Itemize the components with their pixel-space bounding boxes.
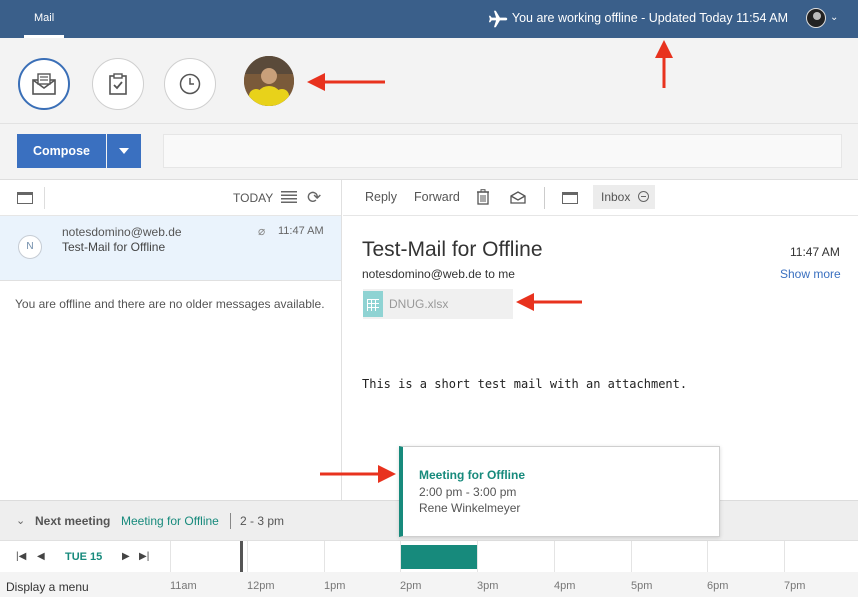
next-day-icon[interactable]: ▶ (122, 551, 130, 562)
hour-label: 6pm (707, 580, 729, 592)
tab-mail[interactable]: Mail (24, 0, 65, 38)
paperclip-icon: ⌀ (258, 224, 266, 238)
sender-avatar: N (18, 235, 42, 259)
hour-label: 7pm (784, 580, 806, 592)
chevron-down-icon[interactable]: ⌄ (16, 514, 25, 527)
chevron-down-icon[interactable]: ⌄ (830, 12, 838, 23)
timeline-day: TUE 15 (65, 551, 103, 563)
offline-status-text: You are working offline - Updated Today … (511, 11, 788, 25)
mark-read-icon[interactable] (510, 191, 526, 204)
hour-label: 2pm (400, 580, 422, 592)
mail-subject: Test-Mail for Offline (362, 238, 543, 261)
top-bar: Mail You are working offline - Updated T… (0, 0, 858, 38)
airplane-icon (488, 10, 508, 28)
message-list-toolbar: TODAY ⟳ (0, 180, 341, 216)
annotation-arrow-up (655, 40, 673, 88)
popup-meeting-title[interactable]: Meeting for Offline (419, 468, 525, 482)
forward-button[interactable]: Forward (414, 190, 460, 204)
mail-icon (32, 73, 56, 95)
next-meeting-label[interactable]: Next meeting (35, 514, 110, 528)
annotation-arrow-right (320, 465, 396, 483)
list-view-icon[interactable] (281, 191, 297, 204)
annotation-arrow-left (307, 73, 385, 91)
compose-dropdown-button[interactable] (107, 134, 141, 168)
popup-meeting-time: 2:00 pm - 3:00 pm (419, 485, 517, 499)
folder-icon[interactable] (17, 192, 33, 204)
previous-day-icon[interactable]: ◀ (37, 551, 45, 562)
next-meeting-time: 2 - 3 pm (240, 514, 285, 528)
hour-label: 12pm (247, 580, 275, 592)
display-menu-label[interactable]: Display a menu (6, 580, 89, 594)
remove-folder-icon[interactable] (638, 191, 649, 202)
hour-label: 1pm (324, 580, 346, 592)
first-day-icon[interactable]: |◀ (16, 551, 26, 562)
message-subject: Test-Mail for Offline (62, 240, 166, 254)
today-label[interactable]: TODAY (233, 191, 273, 205)
refresh-icon[interactable]: ⟳ (307, 188, 321, 208)
app-switcher-row (0, 38, 858, 124)
message-list-pane: TODAY ⟳ N notesdomino@web.de Test-Mail f… (0, 180, 342, 500)
hour-label: 4pm (554, 580, 576, 592)
search-input[interactable] (163, 134, 842, 168)
meeting-popup[interactable]: Meeting for Offline 2:00 pm - 3:00 pm Re… (399, 446, 720, 537)
next-meeting-title[interactable]: Meeting for Offline (121, 514, 219, 528)
hour-label: 5pm (631, 580, 653, 592)
hour-label: 3pm (477, 580, 499, 592)
message-sender: notesdomino@web.de (62, 225, 182, 239)
message-time: 11:47 AM (278, 225, 324, 237)
compose-row: Compose (0, 124, 858, 180)
last-day-icon[interactable]: ▶| (139, 551, 149, 562)
tab-mail-label: Mail (34, 12, 55, 24)
timeline-hours: Display a menu 11am 12pm 1pm 2pm 3pm 4pm… (0, 572, 858, 597)
calendar-app-button[interactable] (164, 58, 216, 110)
tasks-icon (109, 73, 127, 95)
annotation-arrow-left (516, 293, 582, 311)
move-to-folder-icon[interactable] (562, 192, 578, 204)
offline-note: You are offline and there are no older m… (15, 297, 325, 311)
list-item[interactable]: N notesdomino@web.de Test-Mail for Offli… (0, 216, 341, 281)
hour-label: 11am (170, 580, 197, 592)
reply-button[interactable]: Reply (365, 190, 397, 204)
profile-photo[interactable] (244, 56, 294, 106)
folder-badge-label: Inbox (601, 190, 631, 204)
tasks-app-button[interactable] (92, 58, 144, 110)
timeline-meeting-block[interactable] (401, 545, 477, 569)
user-avatar[interactable] (806, 8, 826, 28)
current-time-marker (240, 541, 243, 573)
mail-body: This is a short test mail with an attach… (362, 377, 688, 391)
day-timeline: |◀ ◀ TUE 15 ▶ ▶| (0, 540, 858, 573)
popup-meeting-organizer: Rene Winkelmeyer (419, 501, 521, 515)
reading-toolbar: Reply Forward Inbox (343, 180, 858, 216)
compose-button[interactable]: Compose (17, 134, 106, 168)
mail-from-line: notesdomino@web.de to me (362, 267, 515, 281)
show-more-link[interactable]: Show more (780, 267, 841, 281)
trash-icon[interactable] (477, 189, 489, 205)
mail-app-button[interactable] (18, 58, 70, 110)
mail-time: 11:47 AM (790, 245, 840, 259)
attachment-name: DNUG.xlsx (389, 297, 449, 311)
spreadsheet-icon (363, 291, 383, 317)
clock-icon (179, 73, 201, 95)
attachment[interactable]: DNUG.xlsx (363, 289, 513, 319)
folder-badge[interactable]: Inbox (593, 185, 655, 209)
